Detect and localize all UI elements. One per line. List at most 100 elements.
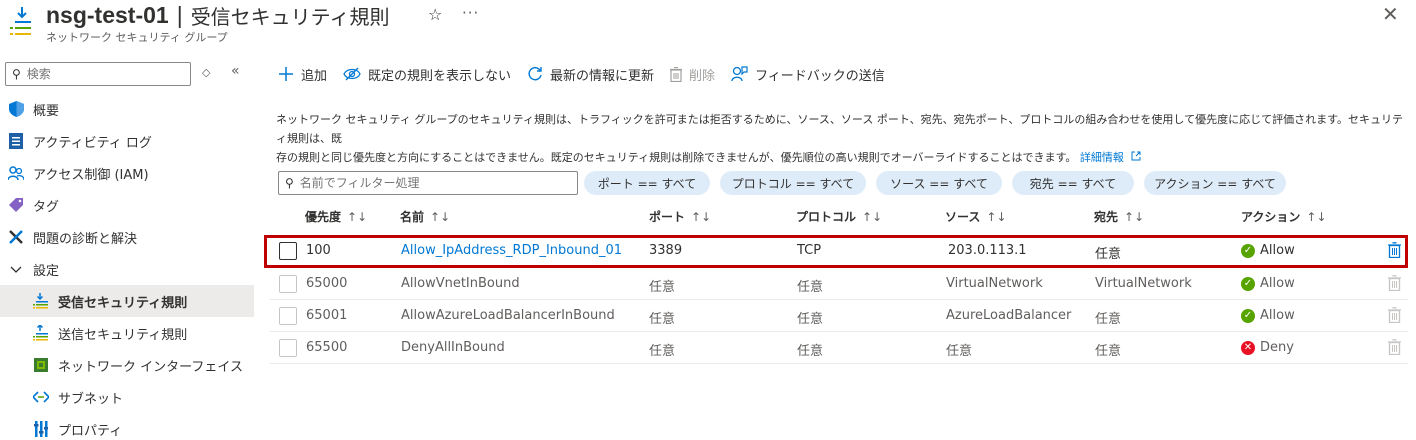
description-text: ネットワーク セキュリティ グループのセキュリティ規則は、トラフィックを許可また… [276,110,1406,167]
sidebar-item-activity-log[interactable]: アクティビティ ログ [0,125,254,157]
description-line-1: ネットワーク セキュリティ グループのセキュリティ規則は、トラフィックを許可また… [276,113,1403,145]
star-icon[interactable]: ☆ [428,5,442,24]
column-header-port[interactable]: ポート ↑↓ [649,208,711,225]
column-header-priority[interactable]: 優先度 ↑↓ [305,208,367,225]
sidebar-item-subnets[interactable]: サブネット [0,381,254,413]
learn-more-link[interactable]: 詳細情報 [1080,151,1142,164]
row-checkbox[interactable] [279,339,297,357]
sidebar-item-label: アクティビティ ログ [33,135,152,151]
subnet-icon [33,389,49,405]
cell-action: ✕ Deny [1241,340,1294,355]
column-header-label: プロトコル [796,210,857,224]
collapse-icon[interactable]: « [231,63,240,79]
column-header-label: ポート [649,210,686,224]
column-header-label: 宛先 [1094,210,1119,224]
sidebar-item-tags[interactable]: タグ [0,189,254,221]
hide-default-rules-button[interactable]: 既定の規則を表示しない [343,65,511,84]
sidebar-item-label: 設定 [33,263,60,279]
destination-filter-pill[interactable]: 宛先 == すべて [1012,171,1134,195]
wrench-icon [8,229,24,245]
sidebar-item-network-interfaces[interactable]: ネットワーク インターフェイス [0,349,254,381]
table-row[interactable]: 65001 AllowAzureLoadBalancerInBound 任意 任… [270,300,1408,332]
feedback-label: フィードバックの送信 [755,68,885,84]
error-circle-icon: ✕ [1241,340,1255,355]
cell-action: ✓ Allow [1241,308,1295,323]
learn-more-label: 詳細情報 [1079,151,1124,164]
column-header-protocol[interactable]: プロトコル ↑↓ [796,208,882,225]
resource-type: ネットワーク セキュリティ グループ [46,31,228,44]
activity-log-icon [8,133,24,149]
nsg-resource-icon [10,7,31,35]
chevron-down-icon [8,261,24,277]
column-header-label: ソース [945,210,981,224]
sidebar-item-label: プロパティ [58,423,123,439]
add-button[interactable]: 追加 [278,65,327,84]
cell-port: 任意 [649,312,676,327]
sidebar-item-overview[interactable]: 概要 [0,93,254,125]
people-icon [8,165,24,181]
row-checkbox[interactable] [279,307,297,325]
sidebar-item-outbound-rules[interactable]: 送信セキュリティ規則 [0,317,254,349]
column-header-action[interactable]: アクション ↑↓ [1241,208,1327,225]
description-line-2: 存の規則と同じ優先度と方向にすることはできません。既定のセキュリティ規則は削除で… [276,148,1406,167]
table-row[interactable]: 65000 AllowVnetInBound 任意 任意 VirtualNetw… [270,268,1408,300]
sidebar-item-label: 送信セキュリティ規則 [58,327,188,343]
sidebar-item-label: 概要 [33,103,60,119]
sidebar-search-input[interactable] [26,67,177,81]
sort-arrows-icon: ↑↓ [430,210,451,224]
properties-icon [33,421,49,437]
column-header-source[interactable]: ソース ↑↓ [945,208,1007,225]
cell-destination: VirtualNetwork [1095,276,1192,291]
cell-priority: 65500 [306,340,348,355]
port-filter-pill[interactable]: ポート == すべて [584,171,710,195]
sidebar-search[interactable]: ⚲ [5,62,191,86]
column-header-name[interactable]: 名前 ↑↓ [400,208,450,225]
sort-arrows-icon: ↑↓ [1124,210,1145,224]
sort-arrows-icon: ↑↓ [862,210,883,224]
trash-icon [670,66,683,82]
sidebar-item-iam[interactable]: アクセス制御 (IAM) [0,157,254,189]
column-header-destination[interactable]: 宛先 ↑↓ [1094,208,1144,225]
feedback-button[interactable]: フィードバックの送信 [731,65,885,84]
sidebar-item-inbound-rules[interactable]: 受信セキュリティ規則 [0,285,254,317]
rule-name: AllowVnetInBound [401,276,520,291]
cell-action: ✓ Allow [1241,276,1295,291]
sidebar-item-label: アクセス制御 (IAM) [33,167,149,183]
sidebar-nav: 概要 アクティビティ ログ アクセス制御 (IAM) タグ 問題の診断と解決 設… [0,93,254,440]
action-filter-pill[interactable]: アクション == すべて [1144,171,1286,195]
cell-destination: 任意 [1095,312,1122,327]
name-filter[interactable]: ⚲ [278,171,578,195]
delete-button[interactable]: 削除 [670,65,715,84]
check-circle-icon: ✓ [1241,276,1255,291]
protocol-filter-pill[interactable]: プロトコル == すべて [720,171,866,195]
sidebar-item-diagnose[interactable]: 問題の診断と解決 [0,221,254,253]
cell-protocol: 任意 [797,280,824,295]
external-link-icon [1131,151,1141,161]
cell-port: 任意 [649,344,676,359]
rule-name: DenyAllInBound [401,340,505,355]
refresh-label: 最新の情報に更新 [550,68,655,84]
table-row[interactable]: 65500 DenyAllInBound 任意 任意 任意 任意 ✕ Deny [270,332,1408,364]
feedback-icon [731,66,748,82]
resource-name: nsg-test-01 [46,1,169,28]
source-filter-pill[interactable]: ソース == すべて [876,171,1002,195]
highlight-box [264,235,1408,268]
sort-icon[interactable]: ◇ [202,66,210,79]
ellipsis-icon[interactable]: ··· [462,4,479,22]
trash-icon [1388,275,1401,295]
sidebar-item-label: 問題の診断と解決 [33,231,138,247]
row-checkbox[interactable] [279,275,297,293]
close-icon[interactable]: ✕ [1382,2,1399,26]
sidebar-group-settings[interactable]: 設定 [0,253,254,285]
name-filter-input[interactable] [299,176,560,190]
search-icon: ⚲ [12,67,21,81]
cell-port: 任意 [649,280,676,295]
sidebar-item-properties[interactable]: プロパティ [0,413,254,440]
sidebar-item-label: 受信セキュリティ規則 [58,295,188,311]
add-label: 追加 [301,68,328,84]
action-label: Allow [1260,276,1295,291]
delete-label: 削除 [689,68,716,84]
action-label: Deny [1260,340,1294,355]
refresh-button[interactable]: 最新の情報に更新 [527,65,654,84]
sidebar-item-label: ネットワーク インターフェイス [58,359,243,375]
